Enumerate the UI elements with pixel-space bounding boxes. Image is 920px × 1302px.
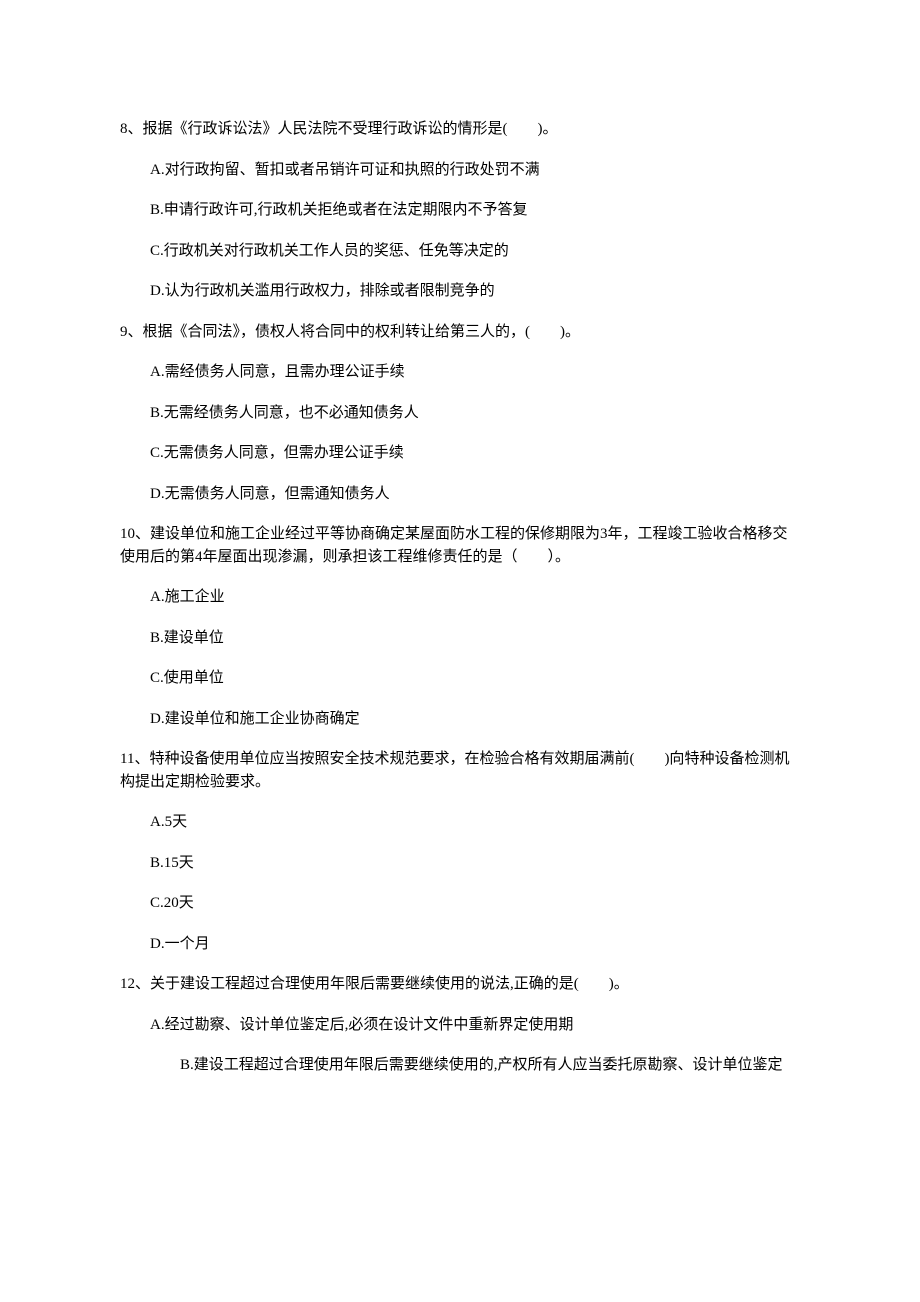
question-text: 11、特种设备使用单位应当按照安全技术规范要求，在检验合格有效期届满前( )向特… xyxy=(120,748,800,793)
option-d: D.认为行政机关滥用行政权力，排除或者限制竞争的 xyxy=(120,280,800,303)
option-c: C.使用单位 xyxy=(120,667,800,690)
option-c: C.20天 xyxy=(120,892,800,915)
option-d: D.建设单位和施工企业协商确定 xyxy=(120,708,800,731)
question-10: 10、建设单位和施工企业经过平等协商确定某屋面防水工程的保修期限为3年，工程竣工… xyxy=(120,523,800,730)
question-text: 8、报据《行政诉讼法》人民法院不受理行政诉讼的情形是( )。 xyxy=(120,118,800,141)
option-b: B.建设工程超过合理使用年限后需要继续使用的,产权所有人应当委托原勘察、设计单位… xyxy=(120,1054,800,1077)
option-a: A.需经债务人同意，且需办理公证手续 xyxy=(120,361,800,384)
document-page: 8、报据《行政诉讼法》人民法院不受理行政诉讼的情形是( )。 A.对行政拘留、暂… xyxy=(0,0,920,1155)
option-d: D.无需债务人同意，但需通知债务人 xyxy=(120,483,800,506)
question-text: 10、建设单位和施工企业经过平等协商确定某屋面防水工程的保修期限为3年，工程竣工… xyxy=(120,523,800,568)
option-b: B.15天 xyxy=(120,852,800,875)
option-b: B.建设单位 xyxy=(120,627,800,650)
question-text: 12、关于建设工程超过合理使用年限后需要继续使用的说法,正确的是( )。 xyxy=(120,973,800,996)
option-a: A.经过勘察、设计单位鉴定后,必须在设计文件中重新界定使用期 xyxy=(120,1014,800,1037)
option-a: A.5天 xyxy=(120,811,800,834)
question-12: 12、关于建设工程超过合理使用年限后需要继续使用的说法,正确的是( )。 A.经… xyxy=(120,973,800,1077)
option-c: C.无需债务人同意，但需办理公证手续 xyxy=(120,442,800,465)
question-8: 8、报据《行政诉讼法》人民法院不受理行政诉讼的情形是( )。 A.对行政拘留、暂… xyxy=(120,118,800,303)
option-a: A.对行政拘留、暂扣或者吊销许可证和执照的行政处罚不满 xyxy=(120,159,800,182)
option-b: B.无需经债务人同意，也不必通知债务人 xyxy=(120,402,800,425)
question-9: 9、根据《合同法》，债权人将合同中的权利转让给第三人的，( )。 A.需经债务人… xyxy=(120,321,800,506)
question-text: 9、根据《合同法》，债权人将合同中的权利转让给第三人的，( )。 xyxy=(120,321,800,344)
option-c: C.行政机关对行政机关工作人员的奖惩、任免等决定的 xyxy=(120,240,800,263)
question-11: 11、特种设备使用单位应当按照安全技术规范要求，在检验合格有效期届满前( )向特… xyxy=(120,748,800,955)
option-b: B.申请行政许可,行政机关拒绝或者在法定期限内不予答复 xyxy=(120,199,800,222)
option-d: D.一个月 xyxy=(120,933,800,956)
option-a: A.施工企业 xyxy=(120,586,800,609)
